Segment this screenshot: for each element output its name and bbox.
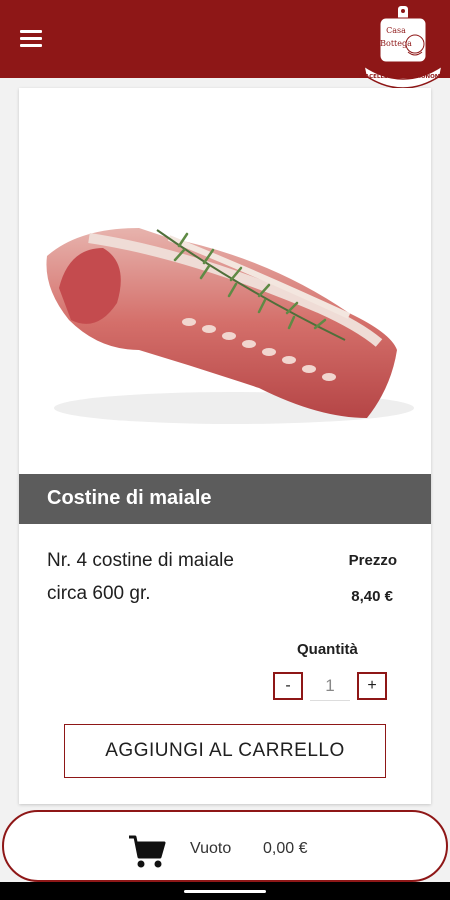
cart-total: 0,00 € [263,840,308,857]
quantity-increase-button[interactable]: + [357,672,387,700]
description-line-2: circa 600 gr. [47,583,151,604]
hamburger-menu-icon[interactable] [20,30,44,50]
shopping-cart-icon[interactable] [128,834,166,870]
cart-summary-bar[interactable]: Vuoto 0,00 € [2,810,448,882]
product-card: Costine di maiale Nr. 4 costine di maial… [19,88,431,804]
add-to-cart-button[interactable]: AGGIUNGI AL CARRELLO [64,724,386,778]
app-header: Casa Bottega MACELLERIA GASTRONOMIA [0,0,450,89]
brand-logo[interactable]: Casa Bottega MACELLERIA GASTRONOMIA [358,4,448,94]
product-description: Nr. 4 costine di maiale circa 600 gr. [47,544,287,610]
product-title: Costine di maiale [47,487,212,509]
quantity-decrease-button[interactable]: - [273,672,303,700]
svg-text:Casa: Casa [386,26,406,35]
home-gesture-handle[interactable] [184,890,266,893]
system-navigation-bar [0,882,450,900]
price-value: 8,40 € [351,588,393,605]
cart-status: Vuoto [190,840,232,857]
svg-text:MACELLERIA GASTRONOMIA: MACELLERIA GASTRONOMIA [359,74,447,80]
product-title-bar: Costine di maiale [19,474,431,524]
price-label: Prezzo [348,552,397,569]
product-image [19,88,431,474]
quantity-label: Quantità [297,641,358,658]
quantity-input[interactable]: 1 [310,672,350,701]
description-line-1: Nr. 4 costine di maiale [47,550,234,571]
